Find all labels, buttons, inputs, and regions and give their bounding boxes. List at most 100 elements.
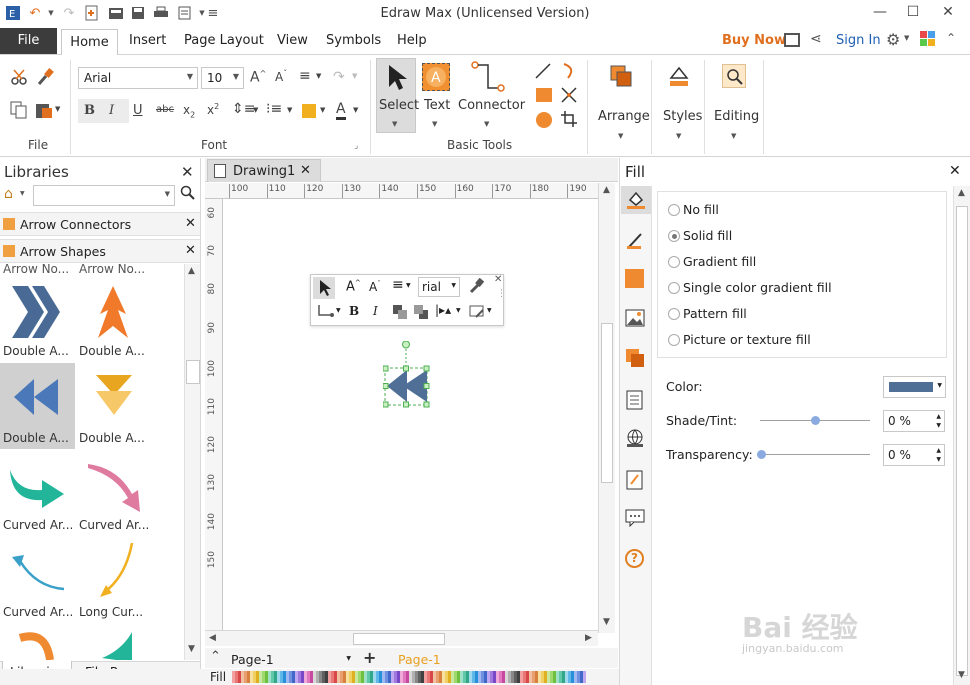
shape-curved-arrow-up[interactable]: Curved Ar... (0, 539, 75, 625)
canvas-scroll-right-icon[interactable]: ▶ (585, 633, 592, 643)
tab-page-layout[interactable]: Page Layout (184, 33, 264, 48)
mini-toolbar-grip-icon[interactable]: ⋮ (497, 289, 506, 299)
layer-tab-icon[interactable] (625, 348, 645, 371)
fill-tab-icon[interactable] (626, 190, 646, 213)
canvas-scroll-left-icon[interactable]: ◀ (209, 633, 216, 643)
file-menu-button[interactable]: File (0, 28, 57, 54)
scroll-up-icon[interactable]: ▲ (188, 266, 195, 276)
palette-swatch[interactable] (583, 671, 586, 683)
canvas-scroll-up-icon[interactable]: ▲ (603, 185, 610, 195)
library-search-input[interactable]: ▼ (33, 185, 175, 206)
shrink-font-icon[interactable]: Aˇ (275, 69, 287, 84)
align-icon[interactable]: ≡ (299, 68, 311, 84)
scroll-down-icon[interactable]: ▼ (188, 644, 195, 654)
highlight-dropdown-icon[interactable]: ▼ (320, 106, 325, 114)
line-tab-icon[interactable] (626, 230, 646, 253)
select-dropdown-icon[interactable]: ▼ (392, 120, 397, 128)
text-direction-icon[interactable]: ↷ (333, 69, 345, 85)
styles-dropdown-icon[interactable]: ▼ (676, 132, 681, 140)
mini-font-select[interactable]: rial ▼ (418, 277, 460, 297)
crop-tool-icon[interactable] (560, 110, 578, 131)
mini-bring-front-icon[interactable] (391, 303, 409, 324)
text-tool-dropdown-icon[interactable]: ▼ (432, 120, 437, 128)
bullets-icon[interactable]: ⁝≡ (266, 101, 282, 117)
settings-gear-icon[interactable]: ⚙ (886, 30, 900, 49)
ribbon-collapse-icon[interactable]: ⌃ (946, 31, 956, 45)
shape-curved-arrow-right[interactable]: Curved Ar... (0, 452, 75, 538)
libraries-close-icon[interactable]: ✕ (181, 163, 194, 181)
selected-shape[interactable] (382, 340, 433, 411)
cart-icon[interactable] (784, 33, 800, 47)
canvas-vscroll-thumb[interactable] (601, 323, 613, 483)
subscript-icon[interactable]: x2 (183, 103, 195, 119)
radio-picture-texture-fill[interactable] (668, 334, 680, 346)
section-close-icon[interactable]: ✕ (185, 216, 196, 231)
settings-dropdown-icon[interactable]: ▼ (904, 34, 909, 42)
strikethrough-icon[interactable]: abc (156, 104, 174, 115)
theme-icon[interactable] (920, 31, 936, 50)
font-name-select[interactable]: Arial ▼ (78, 67, 198, 89)
styles-label[interactable]: Styles (663, 109, 702, 124)
mini-distribute-icon[interactable]: |▸▴ (435, 303, 451, 317)
font-color-icon[interactable]: A (336, 101, 346, 120)
font-size-select[interactable]: 10 ▼ (201, 67, 244, 89)
color-palette[interactable] (232, 671, 587, 683)
canvas-scroll-down-icon[interactable]: ▼ (603, 617, 610, 627)
underline-icon[interactable]: U (133, 103, 143, 118)
color-picker[interactable]: ▼ (883, 376, 946, 398)
page-tab[interactable]: Page-1 (398, 652, 441, 667)
document-tab[interactable]: Drawing1 ✕ (207, 159, 321, 182)
sign-in-link[interactable]: Sign In (836, 33, 881, 48)
document-tab-close-icon[interactable]: ✕ (300, 163, 311, 178)
ellipse-tool-icon[interactable] (536, 112, 552, 128)
editing-dropdown-icon[interactable]: ▼ (731, 132, 736, 140)
arc-tool-icon[interactable] (560, 62, 578, 83)
mini-connector-dropdown-icon[interactable]: ▼ (336, 307, 341, 314)
mini-align-dropdown-icon[interactable]: ▼ (406, 282, 411, 289)
option-solid-fill-label[interactable]: Solid fill (683, 228, 732, 243)
grow-font-icon[interactable]: A^ (250, 69, 266, 86)
shadow-tab-icon[interactable] (625, 269, 644, 288)
tab-insert[interactable]: Insert (129, 33, 166, 48)
mini-select-icon[interactable] (318, 279, 332, 300)
fill-panel-scrollbar[interactable]: ▲ ▼ (953, 186, 970, 685)
paste-icon[interactable] (35, 101, 53, 123)
arrange-label[interactable]: Arrange (598, 109, 650, 124)
fill-panel-close-icon[interactable]: ✕ (949, 163, 961, 179)
library-scrollbar[interactable]: ▲ ▼ (184, 264, 200, 660)
image-tab-icon[interactable] (625, 309, 645, 330)
tab-help[interactable]: Help (397, 33, 427, 48)
arrange-icon[interactable] (609, 64, 633, 91)
shape-partial-arc[interactable] (0, 626, 75, 660)
mini-format-painter-icon[interactable] (469, 277, 485, 297)
option-pattern-fill-label[interactable]: Pattern fill (683, 306, 747, 321)
canvas-vertical-scrollbar[interactable]: ▲ ▼ (598, 183, 615, 633)
page-bar-collapse-icon[interactable]: ⌃ (210, 649, 221, 664)
connector-dropdown-icon[interactable]: ▼ (484, 120, 489, 128)
shape-double-arrow-left[interactable]: Double A... (0, 365, 75, 451)
document-tab-icon[interactable] (626, 390, 644, 413)
maximize-button[interactable]: ☐ (898, 2, 928, 24)
add-page-icon[interactable]: + (363, 648, 376, 667)
superscript-icon[interactable]: x2 (207, 102, 219, 117)
bullets-dropdown-icon[interactable]: ▼ (287, 106, 292, 114)
cross-tool-icon[interactable] (560, 86, 578, 107)
text-highlight-icon[interactable] (302, 104, 316, 118)
format-painter-icon[interactable] (36, 68, 54, 90)
tab-view[interactable]: View (277, 33, 308, 48)
share-icon[interactable]: ⋖ (810, 31, 822, 47)
mini-line-style-icon[interactable] (468, 303, 486, 324)
mini-toolbar-close-icon[interactable]: ✕ (494, 274, 502, 285)
shape-double-arrow-down[interactable]: Double A... (76, 365, 151, 451)
page-select[interactable]: Page-1 ▼ (231, 652, 351, 668)
mini-bold-icon[interactable]: B (349, 304, 359, 318)
italic-icon[interactable]: I (109, 103, 114, 118)
option-gradient-fill-label[interactable]: Gradient fill (683, 254, 756, 269)
mini-italic-icon[interactable]: I (373, 304, 378, 318)
text-direction-dropdown-icon[interactable]: ▼ (352, 72, 357, 80)
help-icon[interactable]: ? (625, 549, 644, 568)
line-tool-icon[interactable] (534, 62, 552, 83)
shape-partial-curve[interactable] (76, 626, 151, 660)
canvas-horizontal-scrollbar[interactable]: ◀ ▶ (205, 630, 598, 646)
font-dialog-launcher-icon[interactable]: ⌟ (354, 141, 358, 151)
